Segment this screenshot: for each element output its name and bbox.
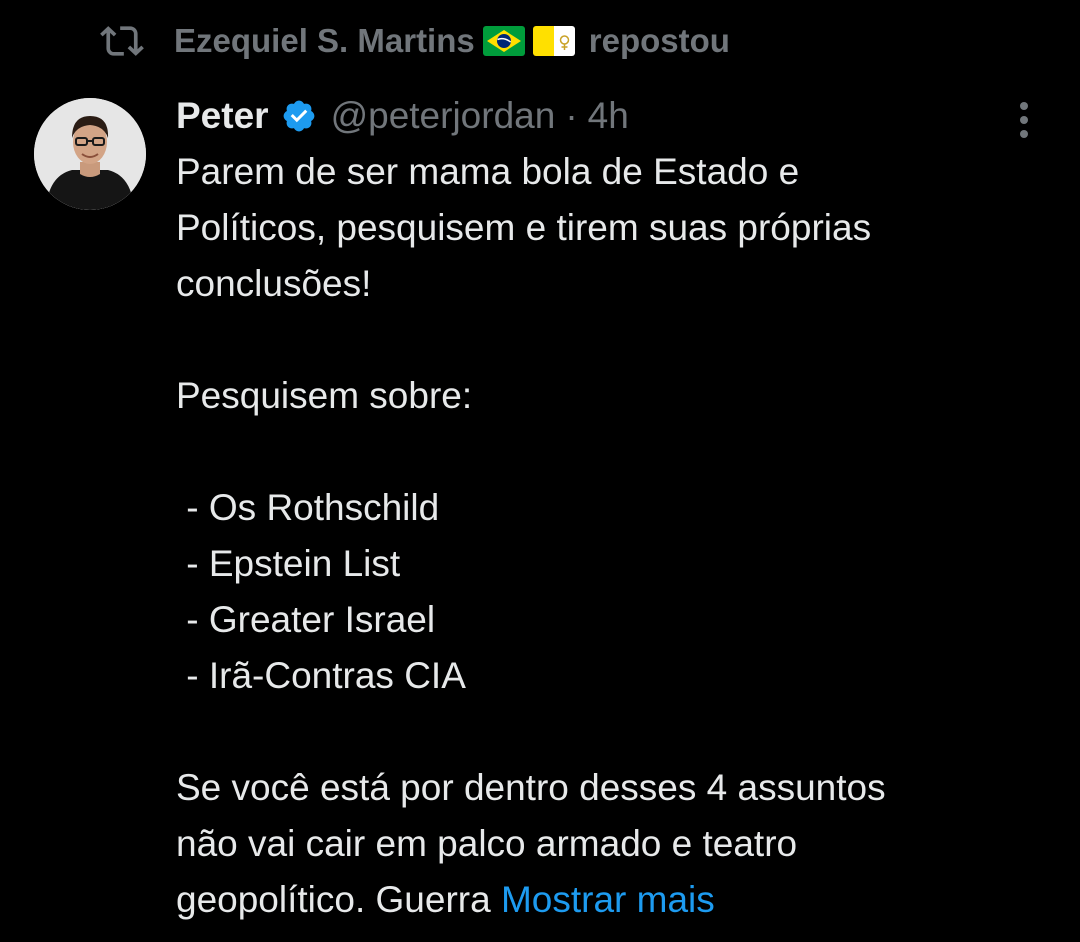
repost-label: repostou [588, 22, 730, 59]
tweet-last-line: geopolítico. Guerra Mostrar mais [176, 872, 1056, 928]
display-name[interactable]: Peter [176, 95, 269, 137]
repost-icon [100, 19, 144, 63]
tweet-line: - Greater Israel [176, 599, 436, 640]
tweet-text: Parem de ser mama bola de Estado e Polít… [176, 144, 1056, 928]
tweet-line: - Os Rothschild [176, 487, 440, 528]
repost-header: Ezequiel S. Martins repostou [100, 14, 730, 68]
repost-text: Ezequiel S. Martins repostou [174, 22, 730, 60]
tweet-line: Se você está por dentro desses 4 assunto… [176, 767, 886, 808]
tweet-line: - Epstein List [176, 543, 401, 584]
tweet-line [176, 424, 1056, 480]
timestamp[interactable]: 4h [588, 95, 629, 137]
tweet-line: não vai cair em palco armado e teatro [176, 823, 798, 864]
show-more-link[interactable]: Mostrar mais [501, 879, 715, 920]
avatar[interactable] [34, 98, 146, 210]
tweet-line: Parem de ser mama bola de Estado e [176, 151, 800, 192]
tweet-line [176, 704, 1056, 760]
tweet-header: Peter @peterjordan · 4h [176, 92, 629, 140]
vatican-flag-icon [532, 26, 575, 56]
repost-user-name[interactable]: Ezequiel S. Martins [174, 22, 475, 60]
tweet-line: Pesquisem sobre: [176, 375, 473, 416]
user-handle[interactable]: @peterjordan [331, 95, 556, 137]
tweet-line: Políticos, pesquisem e tirem suas própri… [176, 207, 872, 248]
verified-badge-icon [281, 98, 317, 134]
tweet-line [176, 312, 1056, 368]
separator-dot: · [565, 95, 578, 136]
more-options-icon[interactable] [1004, 98, 1044, 142]
tweet-last-line-text: geopolítico. Guerra [176, 879, 501, 920]
tweet-line: - Irã-Contras CIA [176, 655, 466, 696]
brazil-flag-icon [482, 26, 525, 56]
tweet-line: conclusões! [176, 263, 372, 304]
